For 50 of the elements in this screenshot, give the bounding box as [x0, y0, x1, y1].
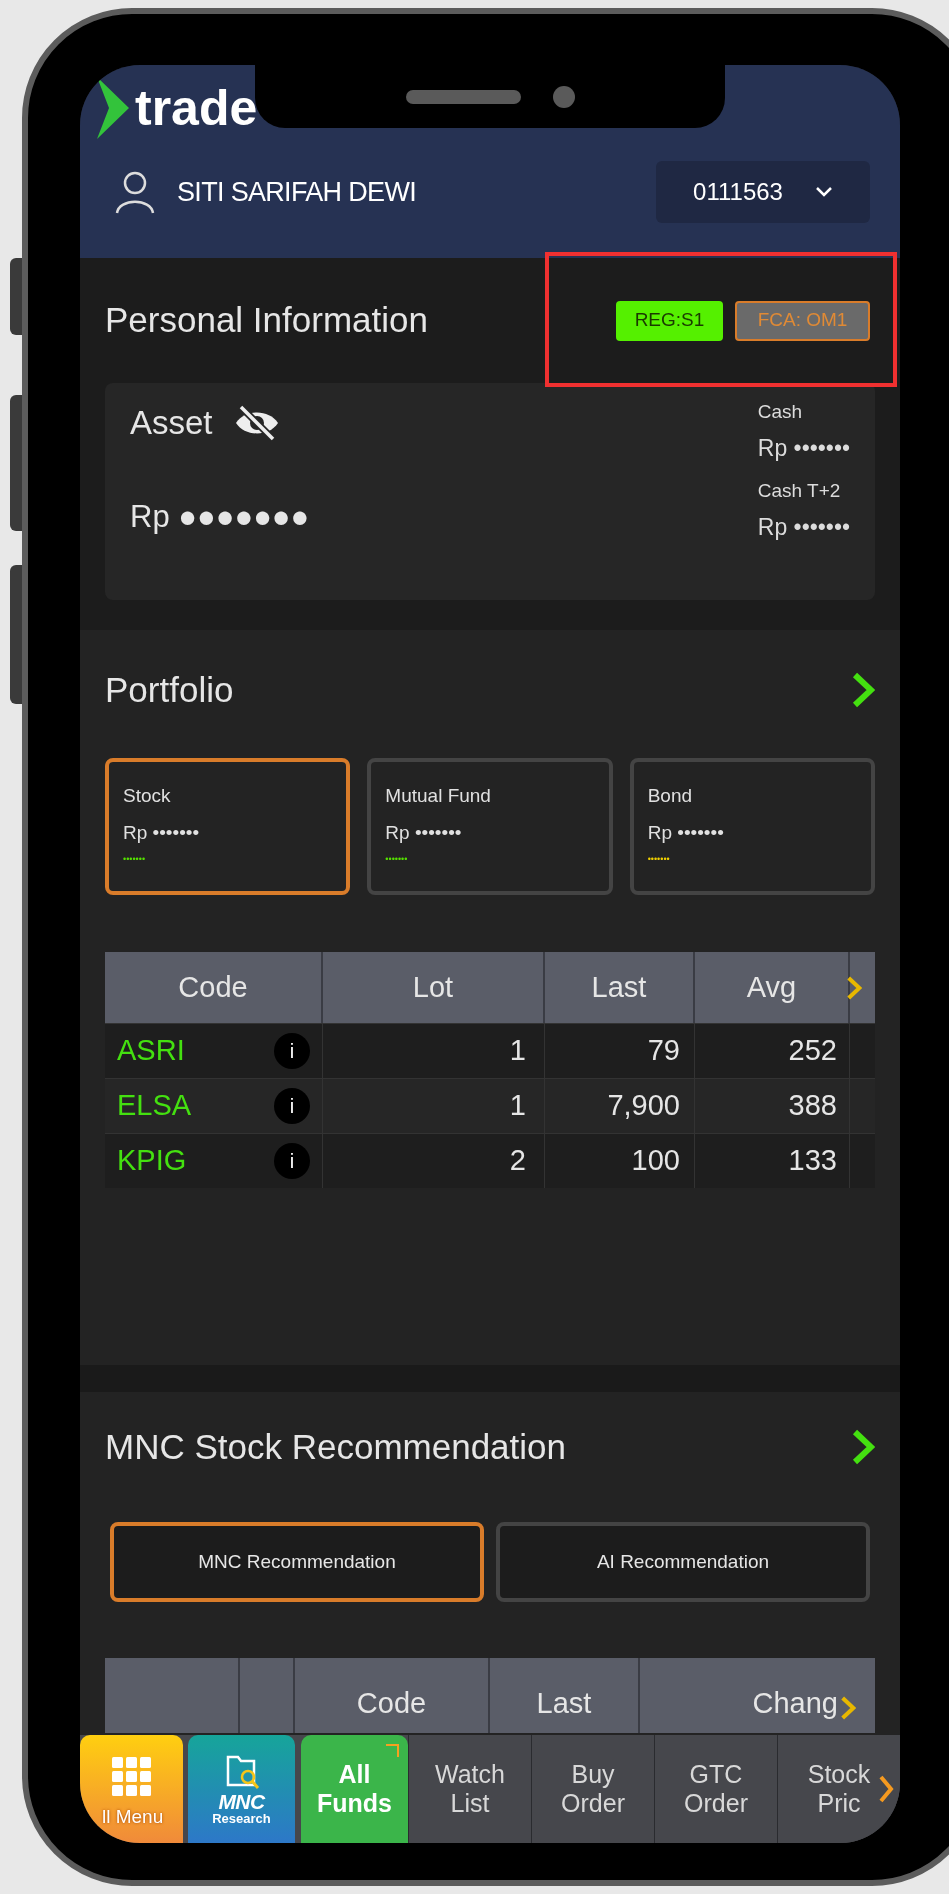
cash-value: Rp ••••••• [757, 433, 850, 463]
section-title: Portfolio [105, 668, 234, 711]
section-title: MNC Stock Recommendation [105, 1425, 566, 1468]
card-value: Rp ••••••• [385, 820, 463, 845]
portfolio-card[interactable]: Stock Rp ••••••• ••••••• [105, 758, 351, 895]
card-value: Rp ••••••• [647, 820, 725, 845]
info-icon[interactable]: i [274, 1033, 310, 1069]
regulation-badge: REG:S1 [616, 300, 723, 341]
recommendation-tab[interactable]: AI Recommendation [496, 1522, 870, 1602]
card-change: ••••••• [123, 853, 146, 866]
stock-code[interactable]: ELSA [117, 1084, 192, 1128]
card-change: ••••••• [647, 853, 670, 866]
card-change: ••••••• [385, 853, 408, 866]
chevron-right-icon[interactable] [851, 672, 875, 708]
chevron-right-icon[interactable] [851, 1429, 875, 1465]
chevron-right-icon[interactable] [878, 1775, 894, 1803]
column-header: Last [490, 1658, 640, 1733]
user-name: SITI SARIFAH DEWI [177, 175, 417, 209]
grid-icon [111, 1757, 152, 1798]
table-cell: 2 [323, 1134, 545, 1188]
user-icon [115, 170, 155, 214]
nav-button[interactable]: Stock Pric [777, 1735, 900, 1843]
portfolio-card[interactable]: Mutual Fund Rp ••••••• ••••••• [367, 758, 613, 895]
info-icon[interactable]: i [274, 1088, 310, 1124]
logo-text: trade [135, 83, 258, 133]
column-header: Chang [751, 1685, 839, 1721]
account-dropdown[interactable]: 0111563 [656, 161, 870, 223]
asset-label: Asset [130, 403, 213, 443]
card-value: Rp ••••••• [123, 820, 201, 845]
corner-icon [386, 1743, 400, 1757]
recommendation-tab[interactable]: MNC Recommendation [110, 1522, 484, 1602]
cash-value: Rp ••••••• [757, 512, 850, 542]
card-label: Bond [647, 784, 694, 808]
table-cell: 133 [695, 1134, 850, 1188]
column-header: Code [295, 1658, 490, 1733]
table-cell: 100 [545, 1134, 695, 1188]
chevron-right-icon[interactable] [846, 974, 862, 1001]
card-label: Mutual Fund [385, 784, 492, 808]
card-label: Stock [123, 784, 172, 808]
chevron-down-icon [814, 186, 833, 198]
stock-code[interactable]: ASRI [117, 1029, 185, 1073]
info-icon[interactable]: i [274, 1143, 310, 1179]
cash-label: Cash [757, 400, 804, 424]
asset-value: Rp ●●●●●●● [130, 497, 310, 536]
portfolio-card[interactable]: Bond Rp ••••••• ••••••• [629, 758, 875, 895]
fca-badge: FCA: OM1 [735, 300, 870, 341]
research-button[interactable]: MNC Research [188, 1735, 295, 1843]
stock-code[interactable]: KPIG [117, 1139, 187, 1183]
section-title: Personal Information [105, 299, 428, 342]
cash-label: Cash T+2 [757, 479, 842, 503]
